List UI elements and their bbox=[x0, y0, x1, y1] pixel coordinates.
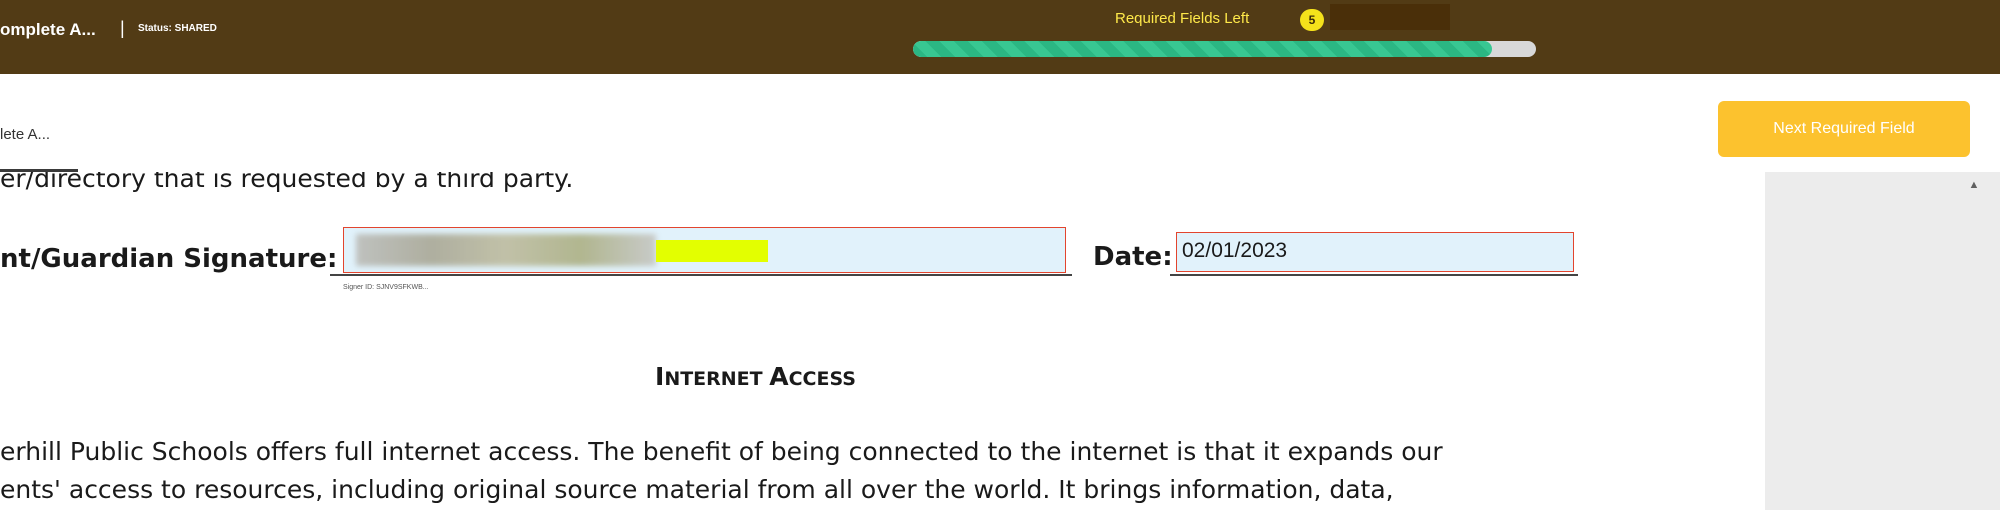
document-page: er/directory that is requested by a thir… bbox=[0, 172, 1765, 510]
document-text-line: er/directory that is requested by a thir… bbox=[0, 172, 574, 193]
required-fields-progress-bar bbox=[913, 41, 1536, 57]
next-required-field-button[interactable]: Next Required Field bbox=[1718, 101, 1970, 157]
side-panel bbox=[1765, 172, 2000, 510]
scroll-up-arrow-icon[interactable]: ▲ bbox=[1967, 178, 1981, 192]
paragraph-line-2: ents' access to resources, including ori… bbox=[0, 475, 1394, 504]
heading-rest-1: NTERNET bbox=[664, 368, 770, 390]
progress-bar-fill bbox=[913, 41, 1493, 57]
signer-id-text: Signer ID: SJNV9SFKWB... bbox=[343, 284, 429, 291]
heading-initial-2: A bbox=[769, 362, 789, 391]
section-heading: INTERNET ACCESS bbox=[655, 362, 856, 391]
heading-rest-2: CCESS bbox=[788, 368, 856, 390]
top-header-bar: omplete A... | Status: SHARED Required F… bbox=[0, 0, 2000, 74]
document-toolbar: lete A... Next Required Field bbox=[0, 74, 2000, 173]
date-underline bbox=[1170, 274, 1578, 276]
signature-field[interactable] bbox=[343, 227, 1066, 273]
heading-initial-1: I bbox=[655, 362, 665, 391]
signature-label: nt/Guardian Signature: bbox=[0, 244, 338, 274]
signature-underline bbox=[330, 274, 1072, 276]
required-fields-label: Required Fields Left bbox=[1115, 10, 1250, 27]
paragraph-line-1: erhill Public Schools offers full intern… bbox=[0, 437, 1443, 466]
signature-highlight bbox=[656, 240, 768, 262]
blurred-signature-image bbox=[356, 234, 656, 266]
tab-document[interactable]: lete A... bbox=[0, 126, 50, 143]
title-separator: | bbox=[120, 18, 125, 38]
status-text: Status: SHARED bbox=[138, 23, 217, 34]
required-fields-count-badge: 5 bbox=[1300, 9, 1324, 31]
redacted-area bbox=[1330, 4, 1450, 30]
date-label: Date: bbox=[1093, 242, 1173, 272]
document-title: omplete A... bbox=[0, 20, 96, 39]
date-field[interactable]: 02/01/2023 bbox=[1176, 232, 1574, 272]
